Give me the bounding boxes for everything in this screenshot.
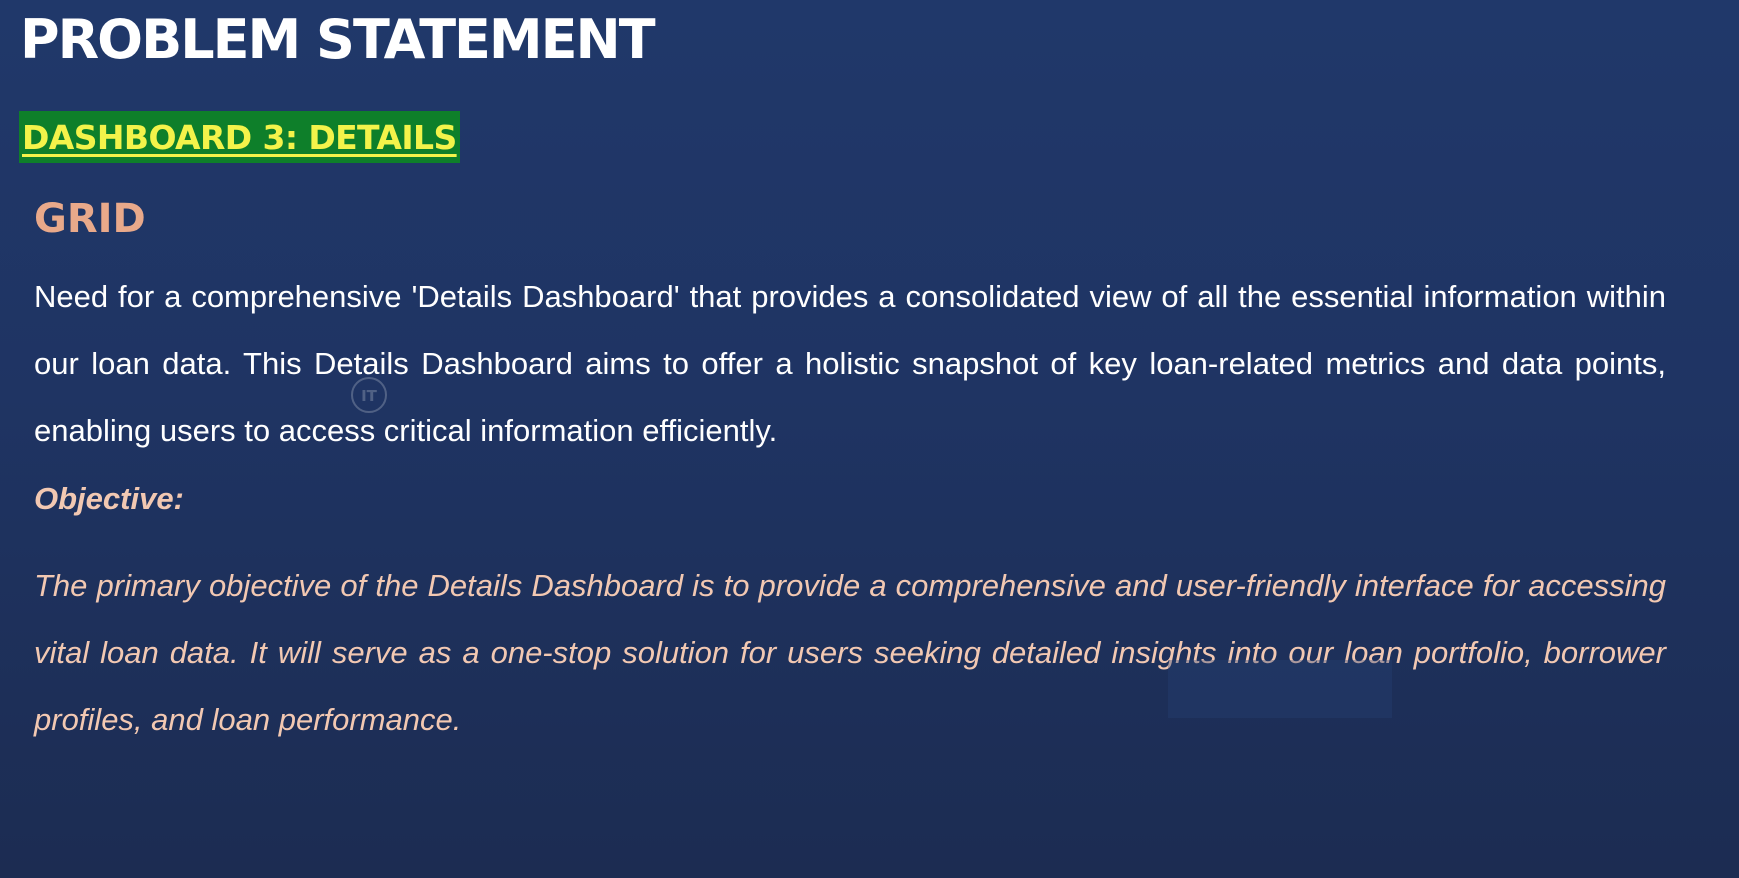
section-heading: GRID: [34, 196, 146, 242]
dashboard-badge-label: DASHBOARD 3: DETAILS: [22, 117, 457, 157]
watermark-logo: IT: [351, 377, 387, 413]
objective-paragraph: The primary objective of the Details Das…: [34, 568, 1666, 737]
slide-title: PROBLEM STATEMENT: [20, 8, 656, 71]
objective-label: Objective:: [34, 481, 184, 516]
watermark-letters: IT: [361, 387, 378, 405]
description-paragraph: Need for a comprehensive 'Details Dashbo…: [34, 279, 1666, 448]
slide: PROBLEM STATEMENT DASHBOARD 3: DETAILS G…: [0, 0, 1739, 878]
faint-overlay-box: [1168, 660, 1392, 718]
dashboard-badge: DASHBOARD 3: DETAILS: [19, 111, 460, 163]
